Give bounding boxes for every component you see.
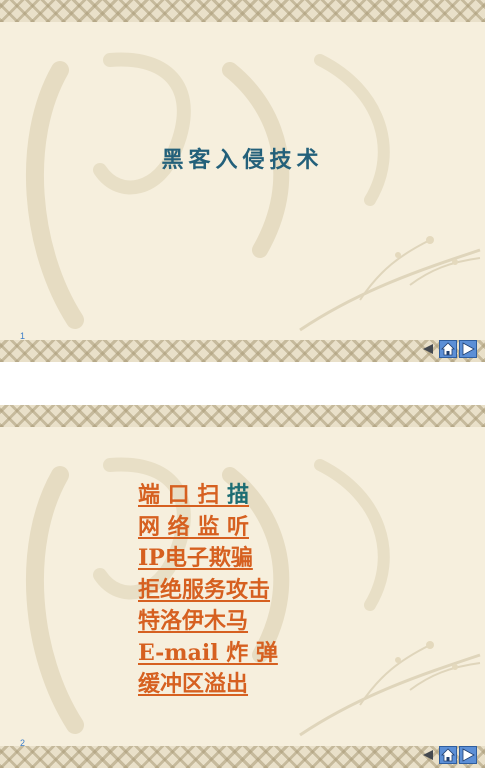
slide-navigation: [419, 745, 477, 765]
home-icon[interactable]: [439, 746, 457, 764]
slide-navigation: [419, 339, 477, 359]
menu-item-ip-spoofing: IP电子欺骗: [138, 543, 278, 575]
slide-2: 端 口 扫 描 网 络 监 听 IP电子欺骗 拒绝服务攻击 特洛伊木马 E-ma…: [0, 405, 485, 768]
menu-link-email-bomb[interactable]: E-mail 炸 弹: [138, 640, 278, 666]
bottom-border-pattern: [0, 746, 485, 768]
menu-item-network-sniffing: 网 络 监 听: [138, 512, 278, 544]
slide-number: 2: [20, 738, 26, 748]
next-arrow-icon[interactable]: [459, 340, 477, 358]
menu-link-text: 端 口 扫: [138, 482, 227, 508]
slide-title: 黑客入侵技术: [161, 147, 324, 173]
menu-link-network-sniffing[interactable]: 网 络 监 听: [138, 514, 249, 540]
menu-link-port-scan[interactable]: 端 口 扫 描: [138, 482, 249, 508]
prev-arrow-icon[interactable]: [419, 746, 437, 764]
background-calligraphy-decoration: [25, 52, 481, 332]
menu-item-email-bomb: E-mail 炸 弹: [138, 638, 278, 670]
prev-arrow-icon[interactable]: [419, 340, 437, 358]
next-arrow-icon[interactable]: [459, 746, 477, 764]
menu-link-denial-of-service[interactable]: 拒绝服务攻击: [138, 577, 270, 603]
menu-link-buffer-overflow[interactable]: 缓冲区溢出: [138, 671, 248, 697]
topic-menu: 端 口 扫 描 网 络 监 听 IP电子欺骗 拒绝服务攻击 特洛伊木马 E-ma…: [138, 480, 278, 701]
slide-1: 黑客入侵技术 1: [0, 0, 485, 362]
menu-item-buffer-overflow: 缓冲区溢出: [138, 669, 278, 701]
top-border-pattern: [0, 405, 485, 427]
menu-item-denial-of-service: 拒绝服务攻击: [138, 575, 278, 607]
slide-number: 1: [20, 331, 26, 341]
bottom-border-pattern: [0, 340, 485, 362]
home-icon[interactable]: [439, 340, 457, 358]
menu-link-ip-spoofing[interactable]: IP电子欺骗: [138, 545, 253, 571]
menu-link-text-tail: 描: [226, 482, 249, 508]
menu-item-port-scan: 端 口 扫 描: [138, 480, 278, 512]
menu-item-trojan-horse: 特洛伊木马: [138, 606, 278, 638]
top-border-pattern: [0, 0, 485, 22]
menu-link-trojan-horse[interactable]: 特洛伊木马: [138, 608, 248, 634]
